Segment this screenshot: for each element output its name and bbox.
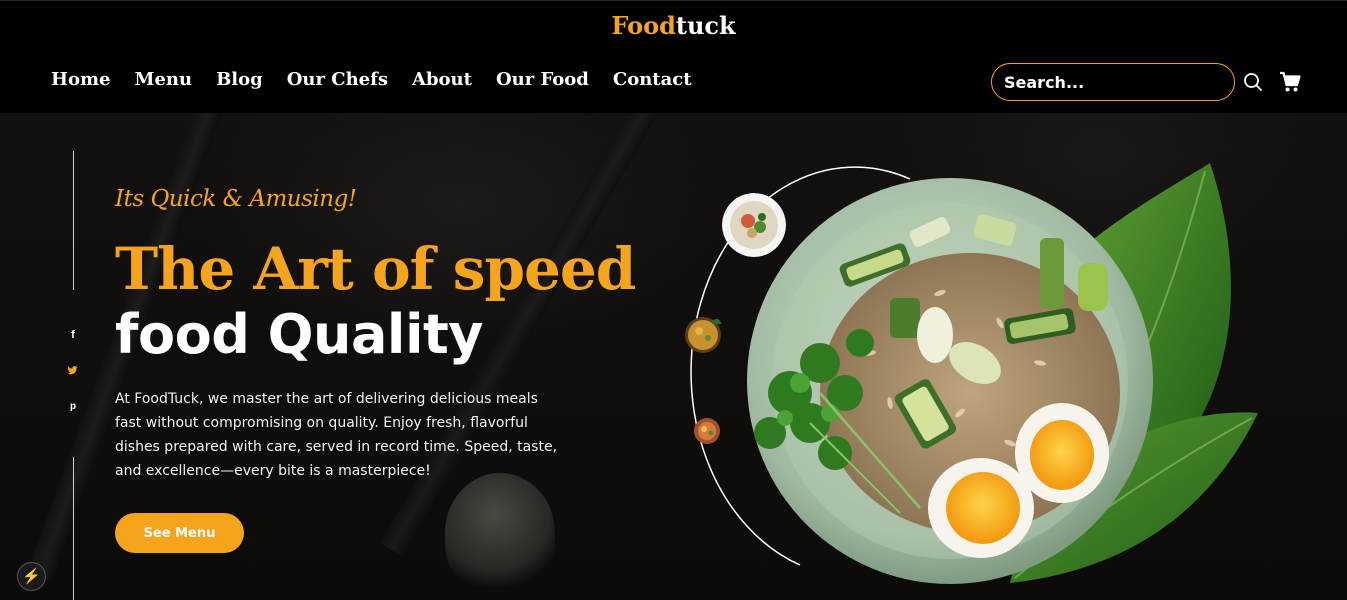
dish-thumbnail-3[interactable] [689, 411, 725, 447]
dish-thumbnail-1[interactable] [722, 193, 786, 257]
cart-icon[interactable] [1279, 71, 1301, 93]
search-icon[interactable] [1243, 72, 1263, 92]
site-header: Foodtuck Home Menu Blog Our Chefs About … [0, 0, 1347, 113]
nav-menu[interactable]: Menu [135, 69, 193, 90]
nav-blog[interactable]: Blog [216, 69, 263, 90]
hero-food-image [690, 163, 1258, 584]
hero-section: f p Its Quick & Amusing! The Art of spee… [0, 113, 1347, 600]
nav-our-food[interactable]: Our Food [496, 69, 589, 90]
nav-contact[interactable]: Contact [613, 69, 692, 90]
dish-thumbnail-2[interactable] [681, 313, 725, 357]
nav-our-chefs[interactable]: Our Chefs [287, 69, 388, 90]
main-nav: Home Menu Blog Our Chefs About Our Food … [51, 69, 716, 90]
logo-part-food: Food [611, 11, 676, 40]
nav-home[interactable]: Home [51, 69, 111, 90]
logo-part-tuck: tuck [675, 11, 736, 40]
nav-about[interactable]: About [412, 69, 472, 90]
search-input[interactable] [991, 63, 1235, 101]
site-logo[interactable]: Foodtuck [0, 11, 1347, 40]
